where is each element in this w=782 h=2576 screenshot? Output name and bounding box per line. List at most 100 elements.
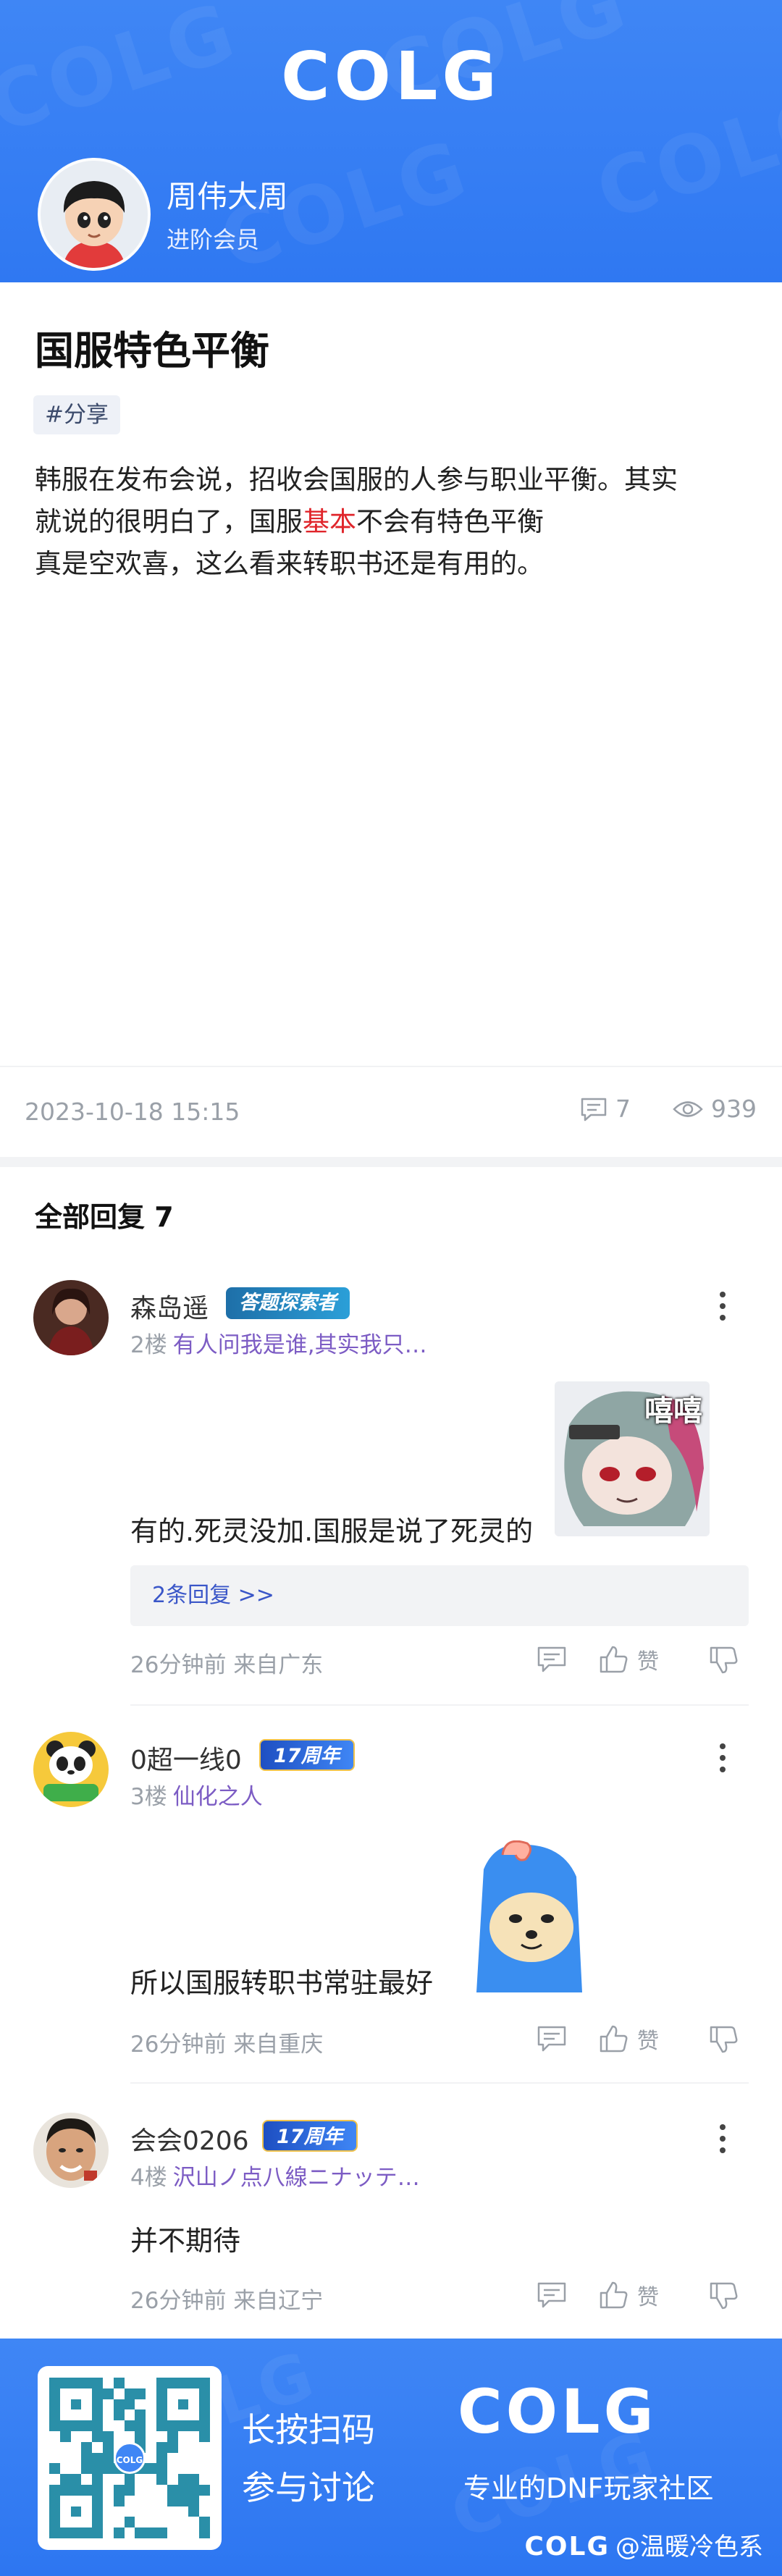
qr-module (188, 2453, 199, 2464)
thumbs-up-icon (600, 1646, 628, 1673)
comment-author[interactable]: 会会0206 (130, 2120, 249, 2158)
dislike-button[interactable] (708, 2024, 740, 2055)
more-icon[interactable] (714, 2124, 731, 2159)
author-avatar[interactable] (38, 158, 151, 271)
comment-time: 26分钟前 (130, 2032, 227, 2058)
comment-floor: 4楼 沢山ノ点八線ニナッテ… (130, 2159, 420, 2192)
qr-module (59, 2420, 71, 2431)
dislike-button[interactable] (708, 2281, 740, 2311)
qr-module (199, 2431, 210, 2442)
qr-module (60, 2442, 71, 2453)
qr-module (70, 2527, 82, 2538)
qr-module (156, 2441, 167, 2453)
qr-module (156, 2431, 167, 2442)
qr-module (156, 2496, 167, 2506)
view-count: 939 (672, 1095, 757, 1123)
like-button[interactable]: 赞 (598, 2023, 659, 2055)
qr-module (49, 2388, 60, 2399)
comment-time: 26分钟前 (130, 2288, 227, 2314)
qr-module (146, 2442, 156, 2453)
qr-module (188, 2485, 200, 2496)
watermark-credit: COLG @温暖冷色系 (524, 2527, 763, 2562)
qr-module (156, 2409, 167, 2421)
author-name[interactable]: 周伟大周 (167, 172, 288, 216)
footer-cta: 长按扫码 (242, 2410, 375, 2449)
qr-module (113, 2409, 125, 2421)
qr-module (188, 2378, 200, 2388)
more-icon[interactable] (714, 1292, 731, 1326)
qr-module (114, 2420, 125, 2431)
post-tag[interactable]: #分享 (33, 395, 120, 434)
qr-module (199, 2409, 210, 2421)
like-label: 赞 (637, 2285, 659, 2310)
avatar[interactable] (33, 1280, 109, 1355)
qr-module (59, 2431, 71, 2442)
post-highlight-text: 基本 (303, 506, 356, 537)
qr-module (156, 2420, 167, 2431)
comment-meta: 26分钟前 来自辽宁 (130, 2282, 323, 2315)
like-label: 赞 (637, 2029, 659, 2054)
qr-module (49, 2420, 60, 2431)
reply-button[interactable] (536, 1645, 568, 1674)
qr-module (103, 2485, 114, 2496)
qr-module (81, 2463, 93, 2475)
anniversary-badge: 17周年 (262, 2120, 358, 2152)
qr-module (92, 2378, 103, 2388)
more-icon[interactable] (714, 1743, 731, 1778)
like-button[interactable]: 赞 (598, 2279, 659, 2311)
qr-module (188, 2506, 200, 2517)
qr-code[interactable]: COLG (38, 2366, 222, 2550)
avatar[interactable] (33, 1732, 109, 1807)
qr-module (167, 2463, 178, 2474)
qr-module (146, 2506, 156, 2517)
floor-number: 4楼 (130, 2165, 167, 2191)
qr-module (177, 2495, 189, 2506)
qr-module (188, 2474, 200, 2485)
qr-module (49, 2409, 60, 2421)
comment-author[interactable]: 0超一线0 (130, 1739, 242, 1777)
qr-module (188, 2431, 199, 2442)
comment-floor: 3楼 仙化之人 (130, 1778, 263, 1811)
reply-button[interactable] (536, 2281, 568, 2310)
qr-module (60, 2409, 71, 2420)
qr-module (167, 2409, 178, 2420)
comment-location: 来自辽宁 (233, 2288, 324, 2314)
qr-module (59, 2485, 71, 2496)
qr-module (60, 2388, 71, 2399)
qr-module (81, 2409, 92, 2420)
user-photo-avatar-icon (33, 1280, 109, 1355)
view-sub-replies-link[interactable]: 2条回复 >> (130, 1565, 749, 1626)
blue-dog-sticker-icon (476, 1840, 582, 1992)
view-count-value: 939 (711, 1095, 757, 1123)
qr-module (199, 2485, 210, 2496)
comment-author[interactable]: 森岛遥 (130, 1287, 209, 1325)
qr-module (177, 2485, 189, 2496)
reply-button[interactable] (536, 2024, 568, 2053)
comment-text: 并不期待 (130, 2225, 241, 2257)
qr-module (135, 2388, 146, 2399)
like-button[interactable]: 赞 (598, 1643, 659, 1675)
qr-module (167, 2527, 178, 2538)
qr-module (103, 2527, 114, 2538)
qr-module (156, 2517, 167, 2527)
qr-module (188, 2495, 200, 2506)
qr-module (71, 2388, 82, 2399)
post-body-line: 韩服在发布会说，招收会国服的人参与职业平衡。其实 (35, 464, 678, 495)
qr-module (114, 2506, 125, 2517)
qr-module (199, 2474, 210, 2485)
post-text-fragment: 就说的很明白了，国服 (35, 506, 303, 537)
page-header: COLG COLG COLG COLG COLG 周伟大周 进阶会员 (0, 0, 782, 282)
post-body: 韩服在发布会说，招收会国服的人参与职业平衡。其实 就说的很明白了，国服基本不会有… (35, 459, 752, 585)
avatar[interactable] (33, 2113, 109, 2188)
user-badge: 答题探索者 (226, 1287, 350, 1319)
qr-module (49, 2431, 60, 2442)
qr-module (49, 2378, 60, 2388)
dislike-button[interactable] (708, 1645, 740, 1675)
user-signature: 仙化之人 (172, 1784, 263, 1810)
comment-count[interactable]: 7 (579, 1095, 631, 1123)
qr-module (113, 2378, 125, 2388)
section-gap (0, 1157, 782, 1167)
qr-module (199, 2517, 210, 2528)
qr-module (49, 2399, 60, 2410)
colg-logo: COLG (458, 2376, 657, 2447)
